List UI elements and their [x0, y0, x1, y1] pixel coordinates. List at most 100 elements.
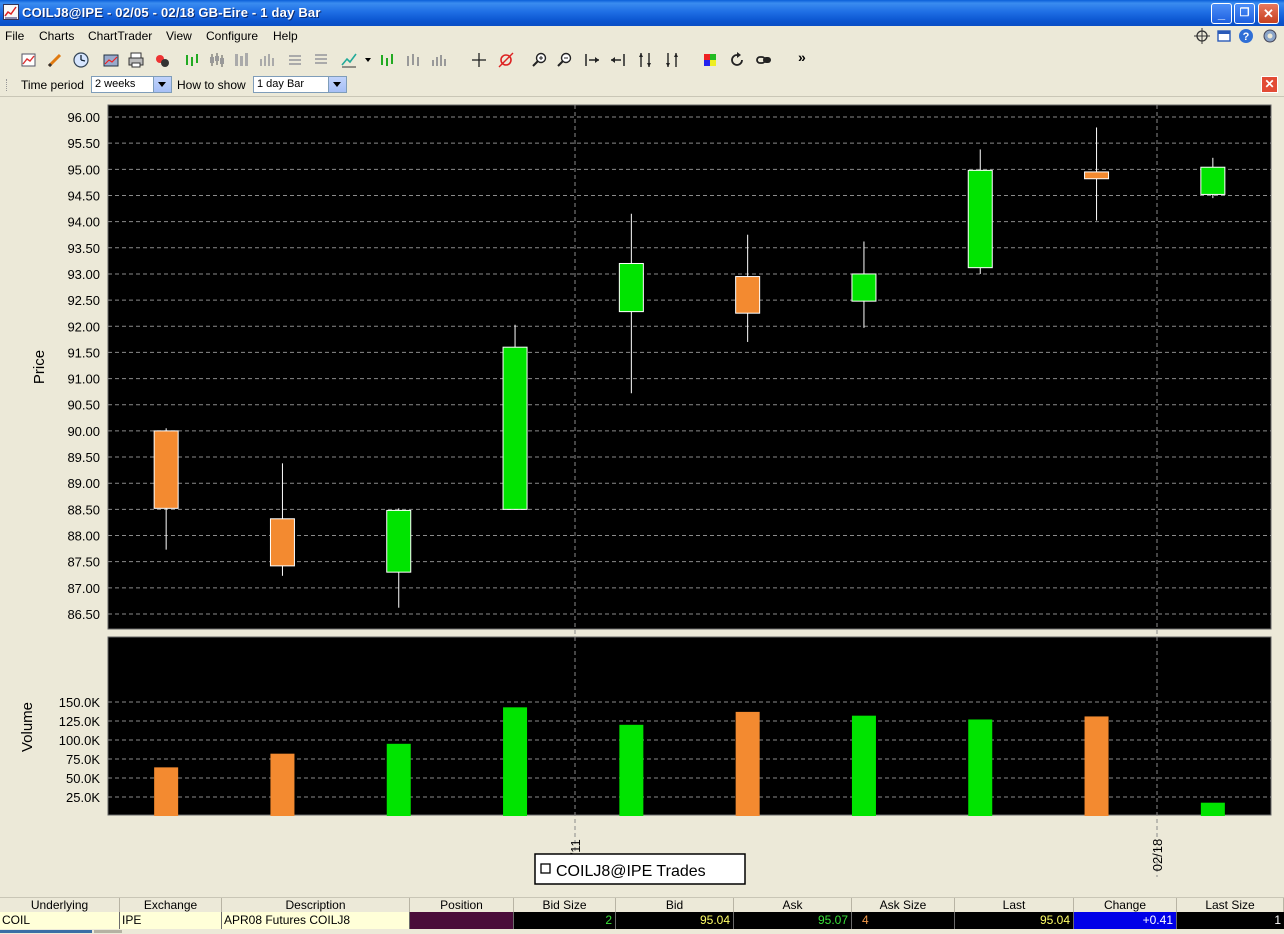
candle-body[interactable] [1084, 171, 1110, 180]
col-header-ask[interactable]: Ask [734, 898, 852, 913]
cell-ask[interactable]: 95.07 [734, 912, 852, 929]
how-to-show-select[interactable]: 1 day Bar [253, 76, 347, 93]
candle-body[interactable] [967, 169, 993, 269]
price-volume-chart[interactable]: 96.00 95.50 95.00 94.50 94.00 93.50 93.00 92.50… [0, 97, 1284, 897]
menu-charttrader[interactable]: ChartTrader [88, 29, 152, 43]
time-period-select[interactable]: 2 weeks [91, 76, 172, 93]
bar-chart-icon[interactable] [183, 51, 201, 69]
menu-configure[interactable]: Configure [206, 29, 258, 43]
expand-icon[interactable] [636, 51, 654, 69]
toolbar-grip[interactable] [6, 79, 10, 91]
snapshot-icon[interactable] [102, 51, 120, 69]
volume-bar[interactable] [1200, 802, 1225, 816]
svg-text:?: ? [1243, 31, 1250, 43]
horizontal-scrollbar[interactable] [0, 930, 92, 933]
cell-bid-size[interactable]: 2 [514, 912, 616, 929]
scrollbar-track[interactable] [94, 930, 122, 933]
histogram-icon[interactable] [258, 51, 276, 69]
new-chart-icon[interactable] [20, 51, 38, 69]
cell-exchange[interactable]: IPE [120, 912, 222, 929]
candle-body[interactable] [618, 262, 644, 313]
settings-icon[interactable] [1262, 28, 1278, 44]
candle-body[interactable] [502, 346, 528, 510]
clock-icon[interactable] [72, 51, 90, 69]
cell-underlying[interactable]: COIL [0, 912, 120, 929]
col-header-bid[interactable]: Bid [616, 898, 734, 913]
volume-bar[interactable] [154, 767, 179, 816]
help-icon[interactable]: ? [1238, 28, 1254, 44]
cell-bid[interactable]: 95.04 [616, 912, 734, 929]
volume-bar[interactable] [386, 743, 411, 816]
col-header-underlying[interactable]: Underlying [0, 898, 120, 913]
toolbar-overflow-button[interactable]: » [798, 49, 806, 65]
minimize-icon: _ [1217, 6, 1226, 21]
menu-help[interactable]: Help [273, 29, 298, 43]
menu-charts[interactable]: Charts [39, 29, 74, 43]
table-row[interactable]: COIL IPE APR08 Futures COILJ8 2 95.04 95… [0, 912, 1284, 929]
scroll-left-icon[interactable] [583, 51, 601, 69]
cell-change[interactable]: +0.41 [1074, 912, 1177, 929]
volume-bar[interactable] [503, 707, 528, 816]
col-header-exchange[interactable]: Exchange [120, 898, 222, 913]
refresh-icon[interactable] [728, 51, 746, 69]
price-tick-label: 93.50 [67, 241, 100, 256]
menu-file[interactable]: File [5, 29, 24, 43]
volume-bar[interactable] [735, 711, 760, 816]
close-panel-button[interactable]: ✕ [1261, 76, 1278, 93]
price-tick-label: 87.00 [67, 581, 100, 596]
col-header-last[interactable]: Last [955, 898, 1074, 913]
col-header-ask-size[interactable]: Ask Size [852, 898, 955, 913]
candle-body[interactable] [269, 518, 295, 567]
color-settings-icon[interactable] [153, 51, 171, 69]
candle-chart-icon[interactable] [208, 51, 226, 69]
compress-icon[interactable] [663, 51, 681, 69]
add-study-icon[interactable] [340, 51, 358, 69]
chevron-down-icon[interactable] [328, 77, 346, 92]
candle-body[interactable] [1200, 166, 1226, 195]
cell-position[interactable] [410, 912, 514, 929]
chevron-down-icon[interactable] [153, 77, 171, 92]
crosshair-icon[interactable] [470, 51, 488, 69]
close-window-button[interactable]: ✕ [1258, 3, 1279, 24]
cell-ask-size[interactable]: 4 [852, 912, 955, 929]
volume-bar[interactable] [1084, 716, 1109, 816]
col-header-bid-size[interactable]: Bid Size [514, 898, 616, 913]
line-chart-icon[interactable] [233, 51, 251, 69]
zoom-out-icon[interactable] [556, 51, 574, 69]
col-header-last-size[interactable]: Last Size [1177, 898, 1284, 913]
restore-button[interactable]: ❐ [1234, 3, 1255, 24]
crosshair-target-icon[interactable] [1194, 28, 1210, 44]
candle-body[interactable] [851, 273, 877, 302]
volume-bar[interactable] [968, 719, 993, 816]
cell-last[interactable]: 95.04 [955, 912, 1074, 929]
minimize-button[interactable]: _ [1211, 3, 1232, 24]
color-palette-icon[interactable] [701, 51, 719, 69]
volume-bars-icon[interactable] [430, 51, 448, 69]
cell-description[interactable]: APR08 Futures COILJ8 [222, 912, 410, 929]
scroll-right-icon[interactable] [609, 51, 627, 69]
volume-bar[interactable] [270, 753, 295, 816]
grid-icon[interactable] [286, 51, 304, 69]
print-icon[interactable] [127, 51, 145, 69]
volume-bar[interactable] [619, 724, 644, 816]
cursor-target-icon[interactable] [497, 51, 515, 69]
menu-view[interactable]: View [166, 29, 192, 43]
drawing-pencil-icon[interactable] [46, 51, 64, 69]
col-header-description[interactable]: Description [222, 898, 410, 913]
candle-body[interactable] [153, 430, 179, 509]
volume-bar[interactable] [851, 715, 876, 816]
study-dropdown-icon[interactable] [360, 51, 378, 69]
window-icon[interactable] [1216, 28, 1232, 44]
col-header-position[interactable]: Position [410, 898, 514, 913]
list-icon[interactable] [312, 51, 330, 69]
candle-body[interactable] [735, 276, 761, 314]
zoom-in-icon[interactable] [531, 51, 549, 69]
candle-body[interactable] [386, 509, 412, 573]
hlc-bars-icon[interactable] [404, 51, 422, 69]
window-title-bar[interactable]: COILJ8@IPE - 02/05 - 02/18 GB-Eire - 1 d… [0, 0, 1284, 26]
col-header-change[interactable]: Change [1074, 898, 1177, 913]
link-icon[interactable] [755, 51, 773, 69]
legend-swatch-icon [540, 863, 551, 874]
ohlc-bars-icon[interactable] [378, 51, 396, 69]
cell-last-size[interactable]: 1 [1177, 912, 1284, 929]
